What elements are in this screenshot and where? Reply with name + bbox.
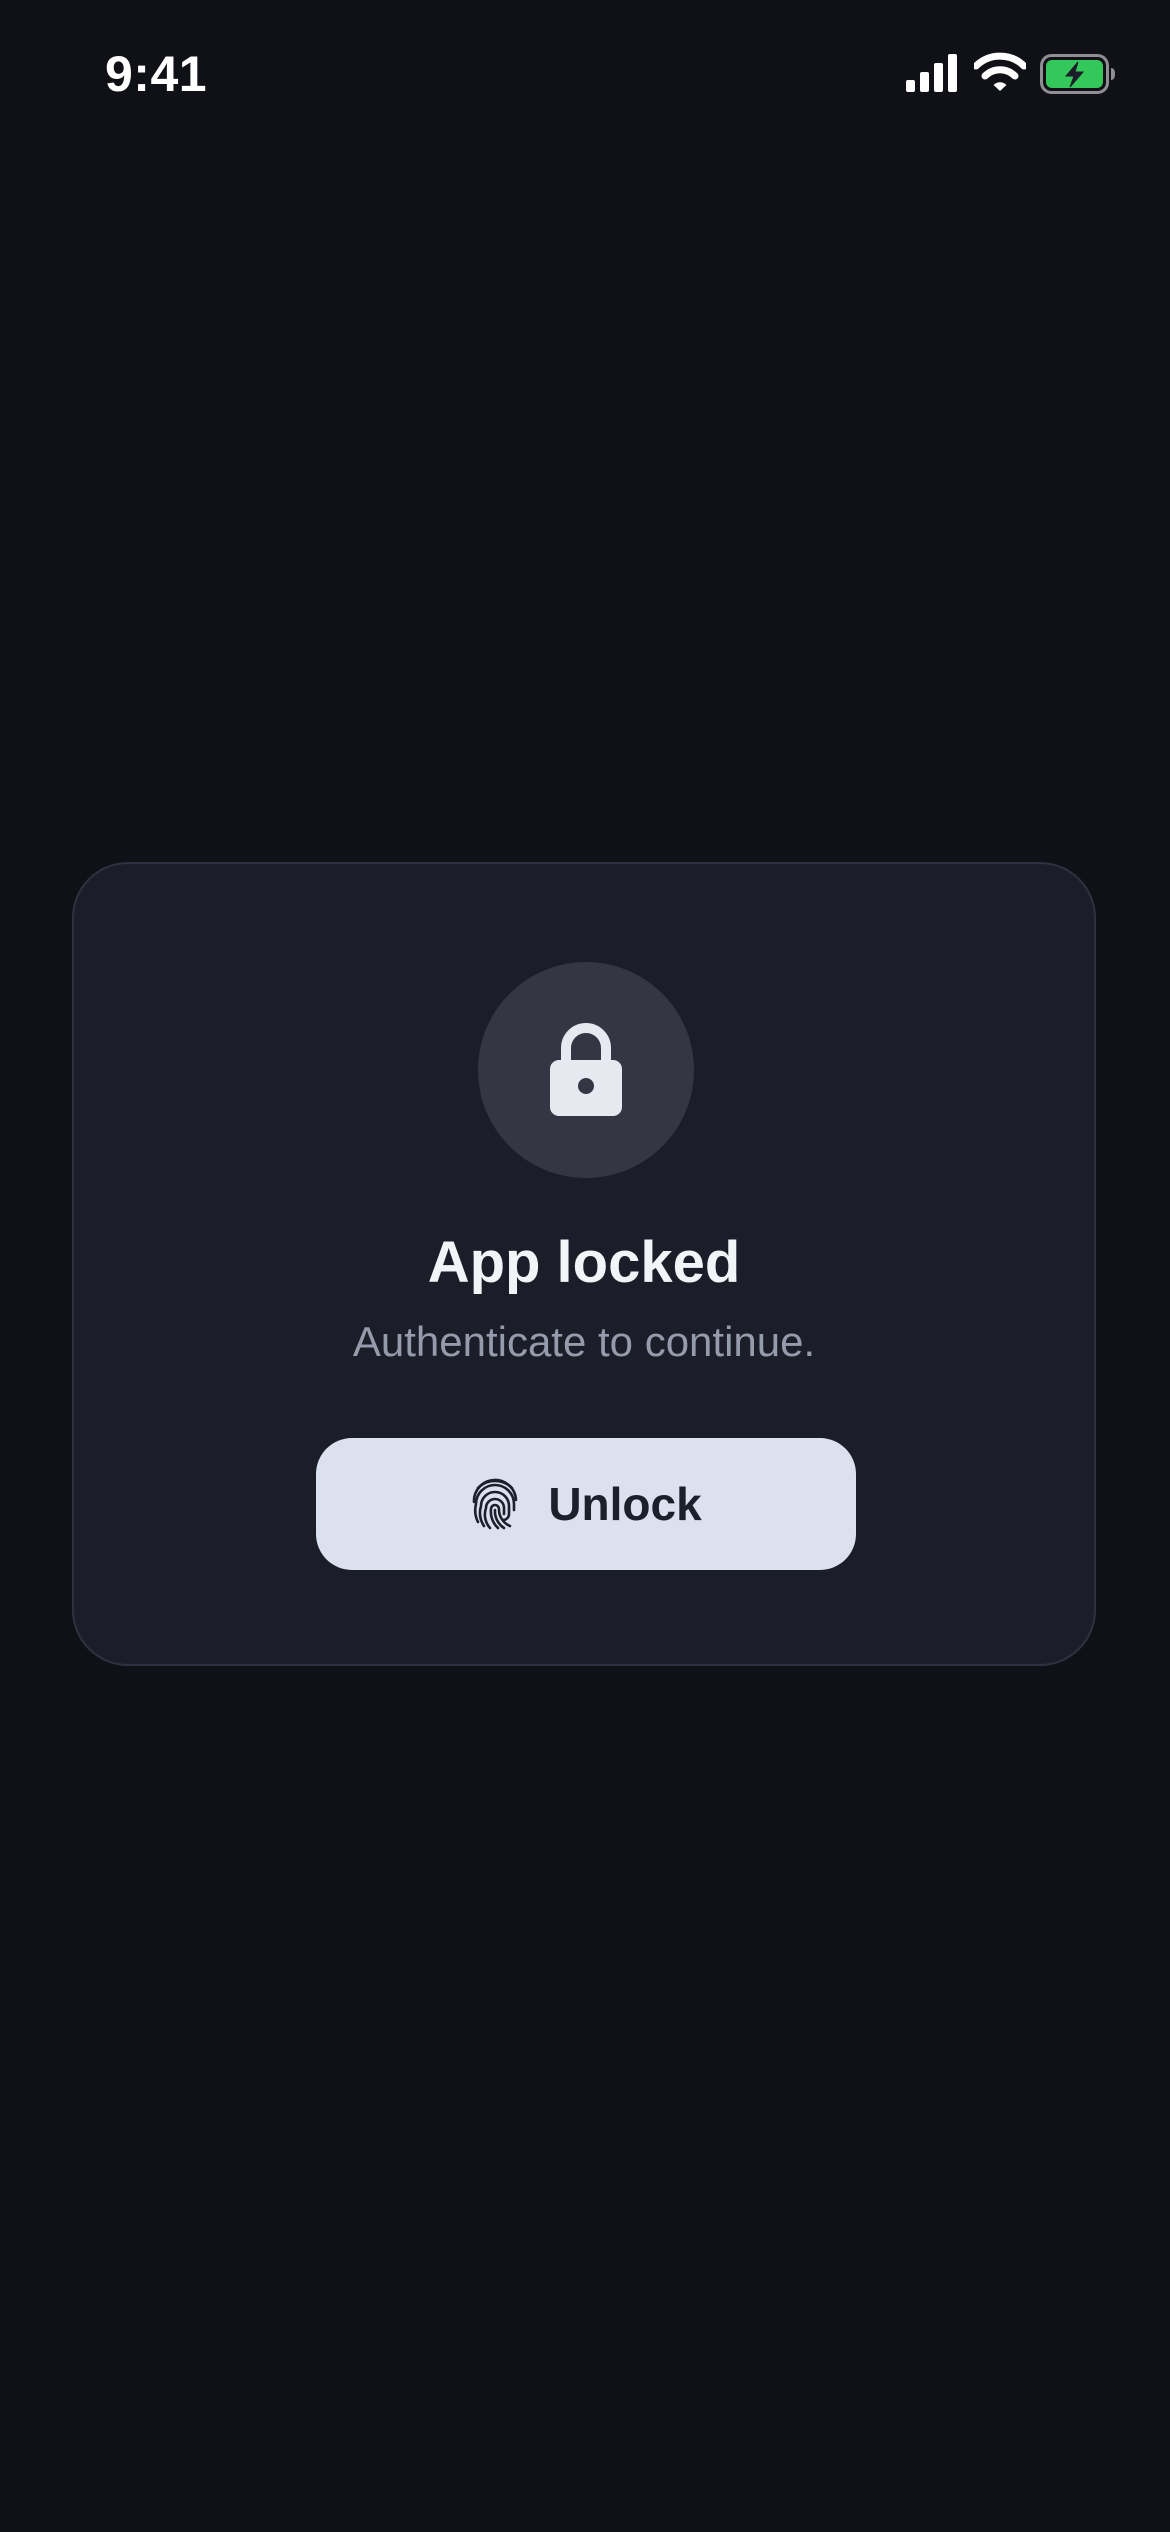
- unlock-button[interactable]: Unlock: [316, 1438, 856, 1570]
- wifi-icon: [974, 52, 1026, 91]
- fingerprint-icon: [473, 1478, 518, 1530]
- battery-charging-icon: [1040, 54, 1115, 94]
- page-title: App locked: [427, 1230, 741, 1295]
- status-time: 9:41: [105, 46, 208, 102]
- lock-icon-badge: [478, 962, 694, 1178]
- cellular-signal-icon: [906, 54, 957, 92]
- status-bar: 9:41: [0, 0, 1170, 150]
- lock-icon: [550, 1023, 622, 1116]
- unlock-button-label: Unlock: [548, 1478, 702, 1530]
- lock-card: App locked Authenticate to continue. Unl…: [72, 862, 1096, 1666]
- page-subtitle: Authenticate to continue.: [352, 1318, 816, 1365]
